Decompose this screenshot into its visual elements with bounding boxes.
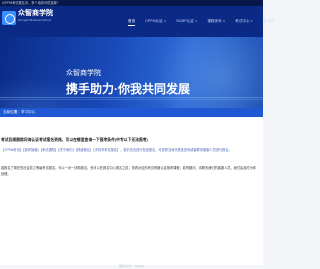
nav-label: SCMP认证 bbox=[176, 19, 194, 23]
nav-label: CPPM认证 bbox=[145, 19, 163, 23]
nav-label: 首页 bbox=[128, 19, 136, 23]
nav-label: 课程体系 bbox=[207, 19, 222, 23]
chevron-down-icon: ▼ bbox=[194, 20, 198, 23]
site-header: 众智商学院 Zhongzhi Business School 首页 CPPM认证… bbox=[0, 6, 274, 37]
logo-text: 众智商学院 Zhongzhi Business School bbox=[18, 9, 53, 22]
nav-item-courses[interactable]: 课程体系▼ bbox=[207, 19, 225, 27]
breadcrumb-strip: 当前位置：学习中心 bbox=[0, 108, 263, 117]
banner-headline: 携手助力·你我共同发展 bbox=[66, 82, 190, 96]
chevron-down-icon: ▼ bbox=[222, 20, 226, 23]
banner-subtitle: 众智商学院 bbox=[66, 70, 101, 77]
chevron-down-icon: ▼ bbox=[163, 20, 167, 23]
main-nav: 首页 CPPM认证▼ SCMP认证▼ 课程体系▼ 考试中心▼ 学习中 bbox=[128, 19, 274, 27]
nav-item-cppm[interactable]: CPPM认证▼ bbox=[145, 19, 166, 27]
nav-item-home[interactable]: 首页 bbox=[128, 19, 136, 27]
article-paragraph: 若报名了现在的社会劳工等级考试报名，可以一对一协助报名；也可以在报名中心报名之前… bbox=[1, 166, 256, 176]
article-content: 考试后续跟踪问询认证考试报名资格，可以在哪里查询一下报考条件(中专以下无法报考)… bbox=[0, 117, 263, 265]
brand-tagline: Zhongzhi Business School bbox=[18, 18, 51, 22]
nav-item-exam-center[interactable]: 考试中心▼ bbox=[235, 19, 253, 27]
breadcrumb: 当前位置：学习中心 bbox=[3, 110, 36, 114]
logo-icon bbox=[2, 11, 16, 25]
site-logo[interactable]: 众智商学院 Zhongzhi Business School bbox=[2, 9, 53, 31]
nav-item-learning[interactable]: 学习中 bbox=[263, 19, 274, 27]
banner-decor-line bbox=[0, 99, 263, 100]
article-title: 考试后续跟踪问询认证考试报名资格，可以在哪里查询一下报考条件(中专以下无法报考) bbox=[1, 138, 148, 142]
banner-decor-line bbox=[0, 97, 263, 98]
hero-banner: 众智商学院 携手助力·你我共同发展 bbox=[0, 37, 263, 108]
chevron-down-icon: ▼ bbox=[250, 20, 254, 23]
brand-name: 众智商学院 bbox=[18, 10, 53, 17]
article-links[interactable]: 【CPPM考试】【报考指南】【考试通知】【关于我们】【快速报名】【手机号考试报名… bbox=[1, 148, 232, 152]
nav-item-scmp[interactable]: SCMP认证▼ bbox=[176, 19, 197, 27]
page-footer: 联系方式：contact bbox=[119, 264, 144, 268]
nav-label: 考试中心 bbox=[235, 19, 250, 23]
nav-label: 学习中 bbox=[263, 19, 274, 23]
